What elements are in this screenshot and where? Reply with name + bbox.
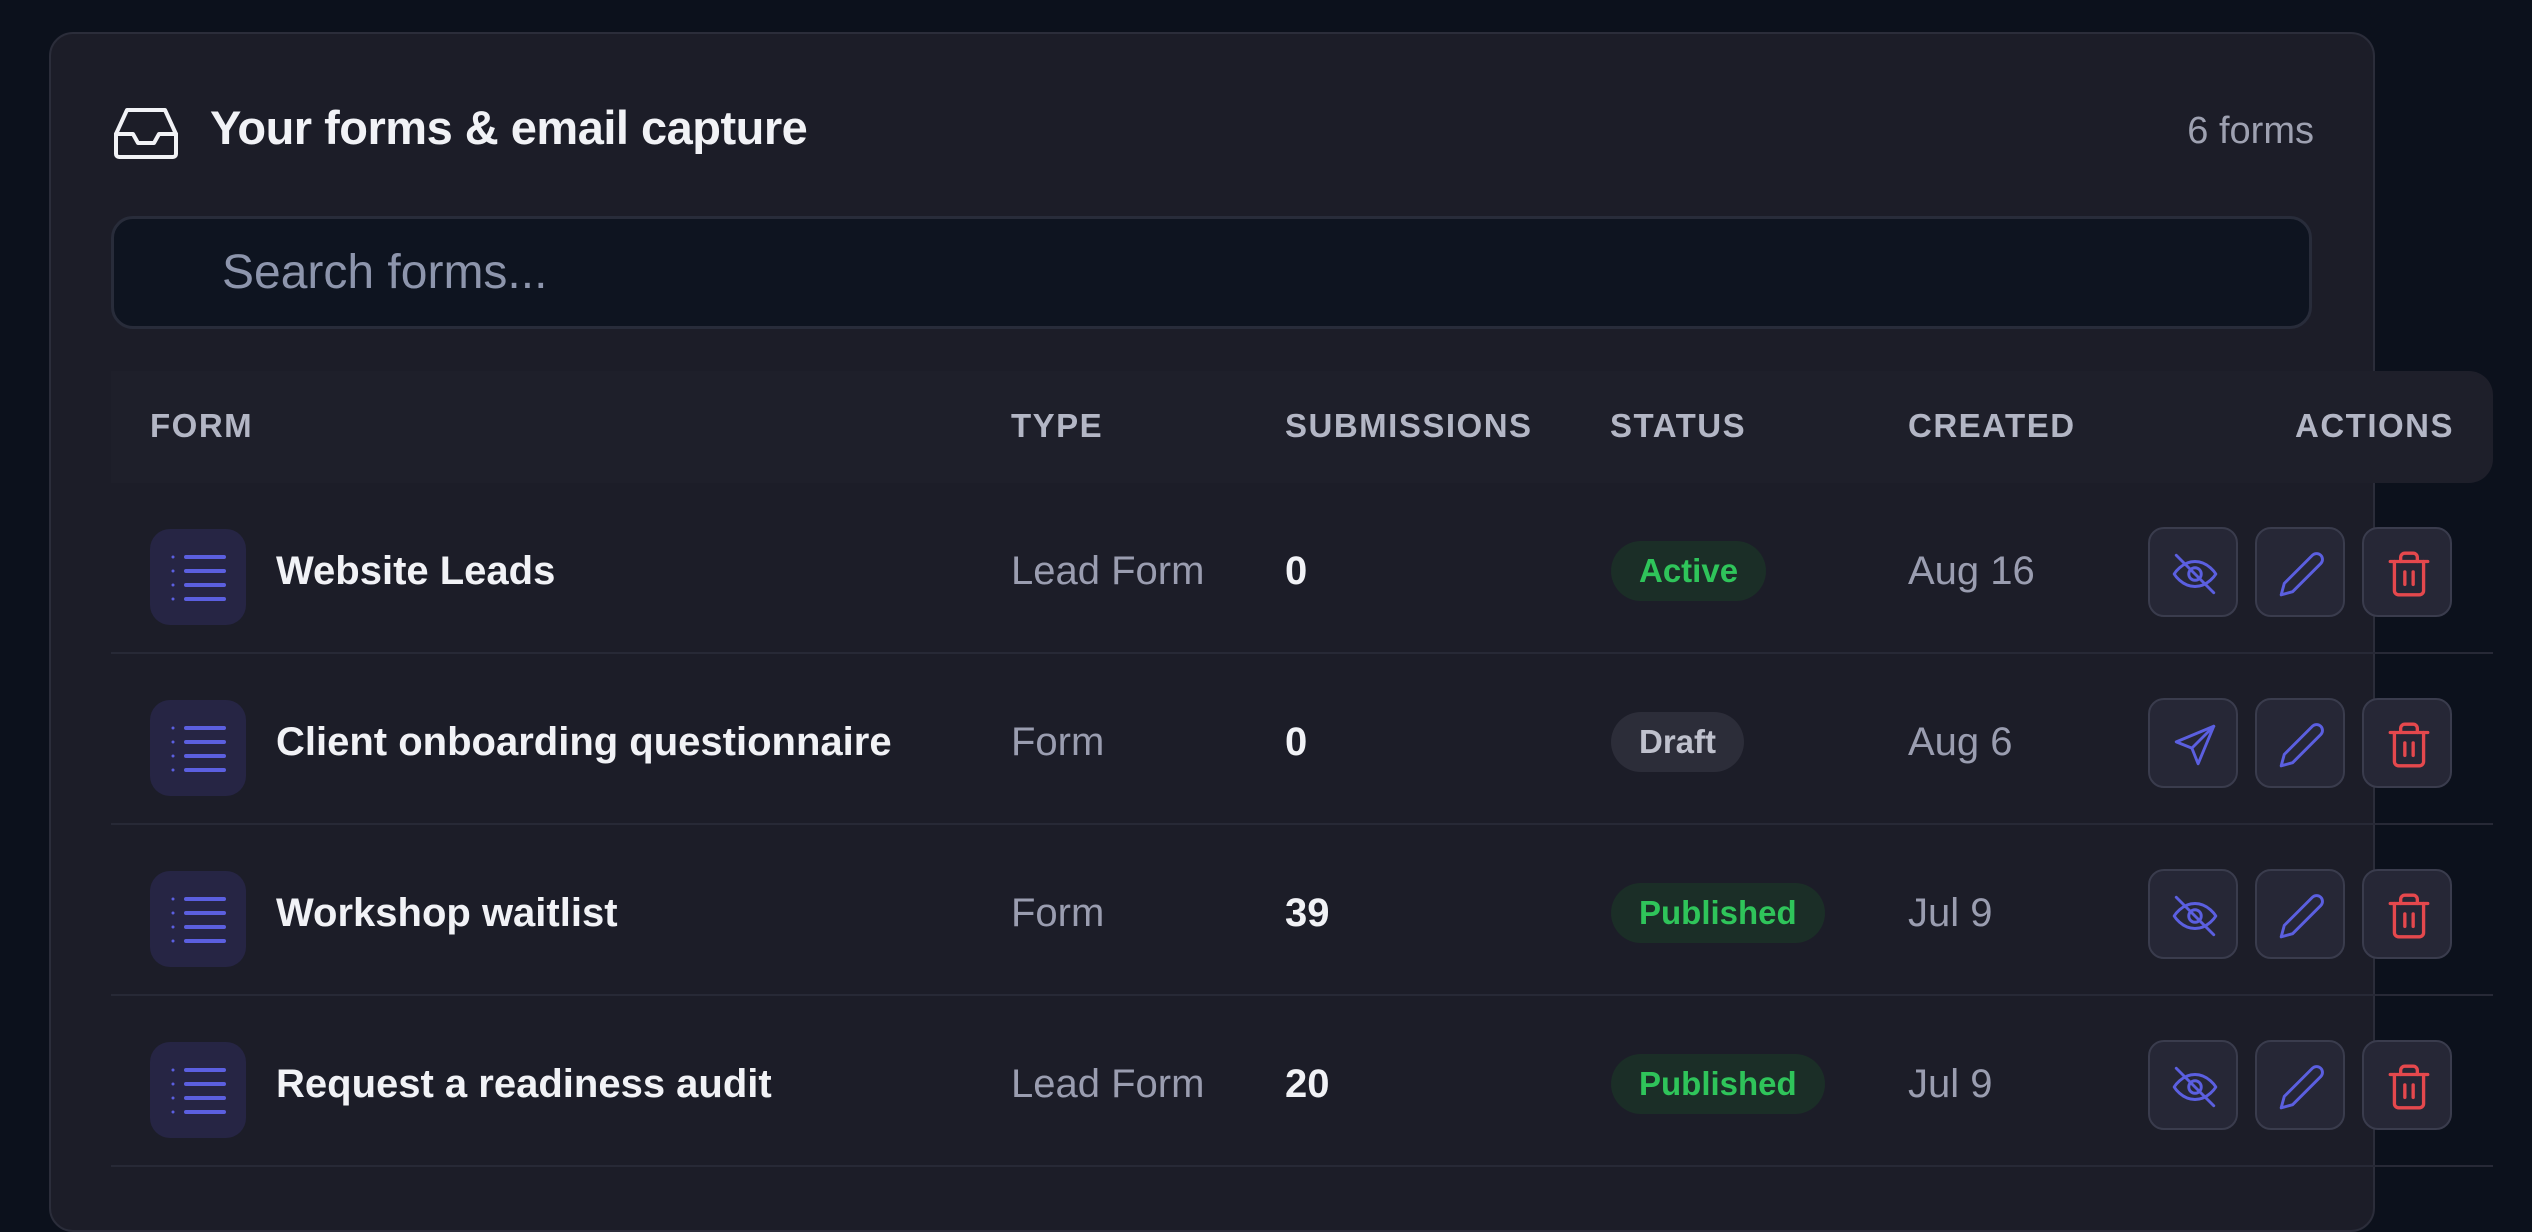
table-row[interactable]: Request a readiness audit Lead Form 20 P… [111,996,2493,1167]
created-date: Aug 6 [1908,720,2013,764]
column-header-created[interactable]: CREATED [1908,407,2076,445]
list-icon [150,529,246,625]
submissions-count: 0 [1285,720,1308,764]
column-header-type[interactable]: TYPE [1011,407,1103,445]
form-name[interactable]: Client onboarding questionnaire [276,720,892,765]
form-type: Form [1011,891,1105,935]
form-type: Lead Form [1011,549,1205,593]
search-input[interactable] [111,216,2312,329]
submissions-count: 39 [1285,891,1330,935]
submissions-count: 0 [1285,549,1308,593]
created-date: Aug 16 [1908,549,2035,593]
unpublish-button[interactable] [2148,869,2238,959]
edit-button[interactable] [2255,1040,2345,1130]
table-row[interactable]: Client onboarding questionnaire Form 0 D… [111,654,2493,825]
delete-button[interactable] [2362,1040,2452,1130]
delete-button[interactable] [2362,698,2452,788]
form-name[interactable]: Request a readiness audit [276,1062,772,1107]
column-header-actions: ACTIONS [2295,407,2454,444]
edit-button[interactable] [2255,869,2345,959]
column-header-submissions[interactable]: SUBMISSIONS [1285,407,1533,445]
delete-button[interactable] [2362,527,2452,617]
form-type: Lead Form [1011,1062,1205,1106]
list-icon [150,1042,246,1138]
column-header-form[interactable]: FORM [150,407,253,445]
form-name[interactable]: Website Leads [276,549,555,594]
created-date: Jul 9 [1908,891,1993,935]
forms-count: 6 forms [2187,110,2314,152]
inbox-icon [114,108,178,159]
status-badge: Active [1611,541,1767,601]
status-badge: Published [1611,1054,1825,1114]
delete-button[interactable] [2362,869,2452,959]
form-name[interactable]: Workshop waitlist [276,891,618,936]
list-icon [150,871,246,967]
column-header-status[interactable]: STATUS [1610,407,1746,445]
submissions-count: 20 [1285,1062,1330,1106]
unpublish-button[interactable] [2148,1040,2238,1130]
edit-button[interactable] [2255,698,2345,788]
status-badge: Published [1611,883,1825,943]
created-date: Jul 9 [1908,1062,1993,1106]
table-row[interactable]: Workshop waitlist Form 39 Published Jul … [111,825,2493,996]
page-title: Your forms & email capture [210,101,808,154]
form-type: Form [1011,720,1105,764]
table-row[interactable]: Website Leads Lead Form 0 Active Aug 16 [111,483,2493,654]
unpublish-button[interactable] [2148,527,2238,617]
status-badge: Draft [1611,712,1745,772]
publish-button[interactable] [2148,698,2238,788]
edit-button[interactable] [2255,527,2345,617]
list-icon [150,700,246,796]
